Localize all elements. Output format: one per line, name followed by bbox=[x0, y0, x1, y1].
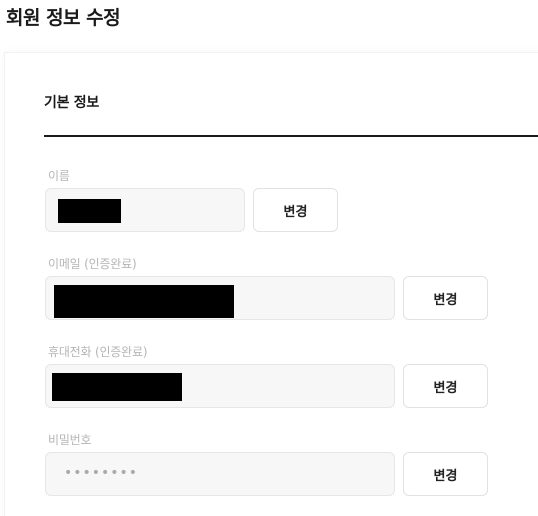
page-title: 회원 정보 수정 bbox=[6, 7, 121, 29]
phone-redaction bbox=[52, 373, 182, 401]
section-title: 기본 정보 bbox=[44, 95, 99, 111]
email-field bbox=[45, 276, 395, 320]
change-email-button[interactable]: 변경 bbox=[403, 276, 488, 320]
change-phone-button[interactable]: 변경 bbox=[403, 364, 488, 408]
section-divider bbox=[44, 135, 538, 137]
name-field bbox=[45, 188, 245, 232]
email-label: 이메일 (인증완료) bbox=[48, 257, 137, 271]
phone-field bbox=[45, 364, 395, 408]
change-name-button[interactable]: 변경 bbox=[253, 188, 338, 232]
change-password-button[interactable]: 변경 bbox=[403, 452, 488, 496]
name-redaction bbox=[58, 199, 121, 223]
password-masked-value: •••••••• bbox=[64, 465, 139, 481]
name-label: 이름 bbox=[48, 169, 70, 183]
member-info-edit-page: 회원 정보 수정 기본 정보 이름 변경 이메일 (인증완료) 변경 휴대전화 … bbox=[0, 0, 538, 516]
phone-label: 휴대전화 (인증완료) bbox=[48, 345, 148, 359]
password-label: 비밀번호 bbox=[48, 433, 92, 447]
password-field: •••••••• bbox=[45, 452, 395, 496]
email-redaction bbox=[54, 285, 234, 318]
